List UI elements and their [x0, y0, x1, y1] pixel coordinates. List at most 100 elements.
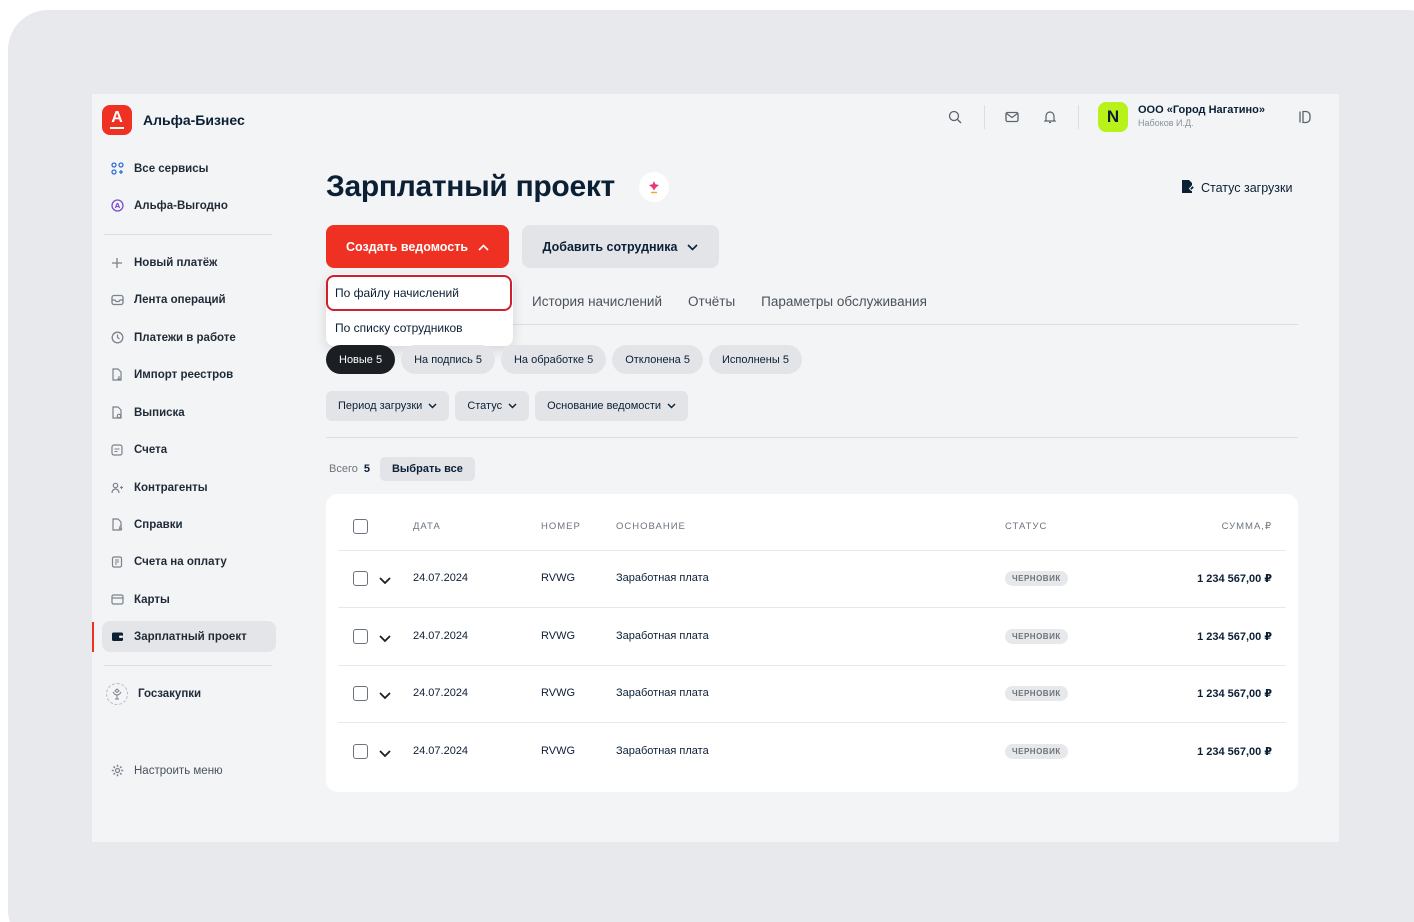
expand-chevron-icon[interactable] — [379, 572, 393, 586]
sidebar-item-new-payment[interactable]: Новый платёж — [102, 247, 276, 278]
filter-label: Основание ведомости — [547, 400, 662, 412]
sidebar-item-label: Все сервисы — [134, 162, 209, 175]
page-title: Зарплатный проект — [326, 170, 615, 203]
grid-icon — [110, 162, 124, 176]
chip-rejected[interactable]: Отклонена 5 — [612, 345, 703, 374]
status-badge: ЧЕРНОВИК — [1005, 686, 1068, 701]
sidebar-item-cards[interactable]: Карты — [102, 584, 276, 615]
add-employee-label: Добавить сотрудника — [542, 239, 678, 254]
dropdown-item-by-employee-list[interactable]: По списку сотрудников — [326, 310, 513, 346]
filter-statement-basis[interactable]: Основание ведомости — [535, 391, 689, 421]
tabs: История начислений Отчёты Параметры обсл… — [532, 294, 927, 309]
row-divider — [338, 665, 1286, 666]
select-all-button[interactable]: Выбрать все — [379, 457, 475, 481]
filter-label: Статус — [467, 400, 503, 412]
sidebar-item-operations-feed[interactable]: Лента операций — [102, 284, 276, 315]
filter-status[interactable]: Статус — [455, 391, 530, 421]
tab-service-parameters[interactable]: Параметры обслуживания — [761, 294, 927, 309]
upload-doc-icon — [1181, 179, 1196, 197]
status-badge: ЧЕРНОВИК — [1005, 744, 1068, 759]
doc-info-icon: A — [110, 518, 124, 532]
invoice-icon — [110, 555, 124, 569]
status-chips: Новые 5 На подпись 5 На обработке 5 Откл… — [326, 345, 802, 374]
sidebar-item-import-registries[interactable]: Импорт реестров — [102, 359, 276, 390]
sidebar-item-label: Счета на оплату — [134, 555, 227, 568]
sidebar-item-label: Выписка — [134, 406, 185, 419]
cell-date: 24.07.2024 — [413, 630, 469, 642]
doc-statement-icon — [110, 406, 124, 420]
app-window: A Альфа-Бизнес Все сервисы A Альфа-Выгод… — [92, 94, 1339, 842]
expand-chevron-icon[interactable] — [379, 630, 393, 644]
sidebar-item-salary-project[interactable]: Зарплатный проект — [102, 621, 276, 652]
sidebar-item-label: Лента операций — [134, 293, 226, 306]
inbox-icon — [110, 293, 124, 307]
sidebar-item-payments-in-progress[interactable]: Платежи в работе — [102, 322, 276, 353]
row-checkbox[interactable] — [353, 744, 368, 759]
create-statement-button[interactable]: Создать ведомость — [326, 225, 509, 268]
svg-text:A: A — [114, 202, 120, 210]
chevron-down-icon — [428, 400, 437, 412]
row-checkbox[interactable] — [353, 571, 368, 586]
row-checkbox[interactable] — [353, 629, 368, 644]
select-all-checkbox[interactable] — [353, 519, 368, 534]
cell-number: RVWG — [541, 572, 576, 584]
sidebar-item-statement[interactable]: Выписка — [102, 397, 276, 428]
sidebar-item-all-services[interactable]: Все сервисы — [102, 153, 276, 184]
sidebar-item-certificates[interactable]: A Справки — [102, 509, 276, 540]
sidebar-item-label: Контрагенты — [134, 481, 208, 494]
column-header-sum: СУММА,₽ — [1221, 521, 1272, 532]
dropdown-item-by-file[interactable]: По файлу начислений — [326, 275, 512, 311]
cell-number: RVWG — [541, 745, 576, 757]
org-avatar[interactable]: N — [1098, 102, 1128, 132]
sidebar-item-alfa-vygodno[interactable]: A Альфа-Выгодно — [102, 190, 276, 221]
sidebar-settings-label: Настроить меню — [134, 764, 223, 777]
status-badge: ЧЕРНОВИК — [1005, 571, 1068, 586]
chip-to-sign[interactable]: На подпись 5 — [401, 345, 495, 374]
tab-accrual-history[interactable]: История начислений — [532, 294, 662, 309]
cell-date: 24.07.2024 — [413, 687, 469, 699]
svg-text:A: A — [119, 526, 123, 532]
sidebar-item-accounts[interactable]: Счета — [102, 434, 276, 465]
row-divider — [338, 550, 1286, 551]
cell-sum: 1 234 567,00 ₽ — [1197, 573, 1272, 585]
sidebar-item-public-procurement[interactable]: Госзакупки — [102, 678, 276, 709]
cell-number: RVWG — [541, 687, 576, 699]
favorite-star-icon[interactable] — [639, 172, 669, 202]
cell-basis: Заработная плата — [616, 687, 709, 699]
expand-chevron-icon[interactable] — [379, 687, 393, 701]
chevron-down-icon — [687, 240, 699, 254]
expand-chevron-icon[interactable] — [379, 745, 393, 759]
search-icon[interactable] — [946, 108, 964, 126]
logout-icon[interactable] — [1295, 108, 1313, 126]
topbar-divider — [984, 105, 985, 129]
org-user: Набоков И.Д. — [1138, 118, 1194, 128]
cell-sum: 1 234 567,00 ₽ — [1197, 746, 1272, 758]
sidebar-divider — [104, 234, 272, 235]
mail-icon[interactable] — [1003, 108, 1021, 126]
row-checkbox[interactable] — [353, 686, 368, 701]
cell-sum: 1 234 567,00 ₽ — [1197, 688, 1272, 700]
tab-reports[interactable]: Отчёты — [688, 294, 735, 309]
org-name[interactable]: ООО «Город Нагатино» — [1138, 104, 1265, 116]
bell-icon[interactable] — [1041, 108, 1059, 126]
sidebar-item-label: Зарплатный проект — [134, 630, 247, 643]
chip-processing[interactable]: На обработке 5 — [500, 345, 607, 374]
cell-date: 24.07.2024 — [413, 572, 469, 584]
cell-basis: Заработная плата — [616, 572, 709, 584]
filter-upload-period[interactable]: Период загрузки — [326, 391, 450, 421]
sidebar-item-label: Альфа-Выгодно — [134, 199, 228, 212]
sidebar-item-counterparties[interactable]: Контрагенты — [102, 472, 276, 503]
sidebar-item-invoices[interactable]: Счета на оплату — [102, 546, 276, 577]
sidebar-item-label: Справки — [134, 518, 183, 531]
chip-new[interactable]: Новые 5 — [326, 345, 396, 374]
accounts-icon — [110, 443, 124, 457]
create-statement-dropdown: По файлу начислений По списку сотруднико… — [326, 274, 513, 346]
add-employee-button[interactable]: Добавить сотрудника — [522, 225, 719, 268]
status-upload-link[interactable]: Статус загрузки — [1181, 179, 1292, 197]
sidebar-item-label: Импорт реестров — [134, 368, 234, 381]
brand[interactable]: A Альфа-Бизнес — [102, 105, 245, 135]
chip-completed[interactable]: Исполнены 5 — [708, 345, 802, 374]
chevron-down-icon — [508, 400, 517, 412]
sidebar-settings[interactable]: Настроить меню — [102, 755, 276, 786]
total-summary: Всего 5 Выбрать все — [329, 457, 475, 481]
